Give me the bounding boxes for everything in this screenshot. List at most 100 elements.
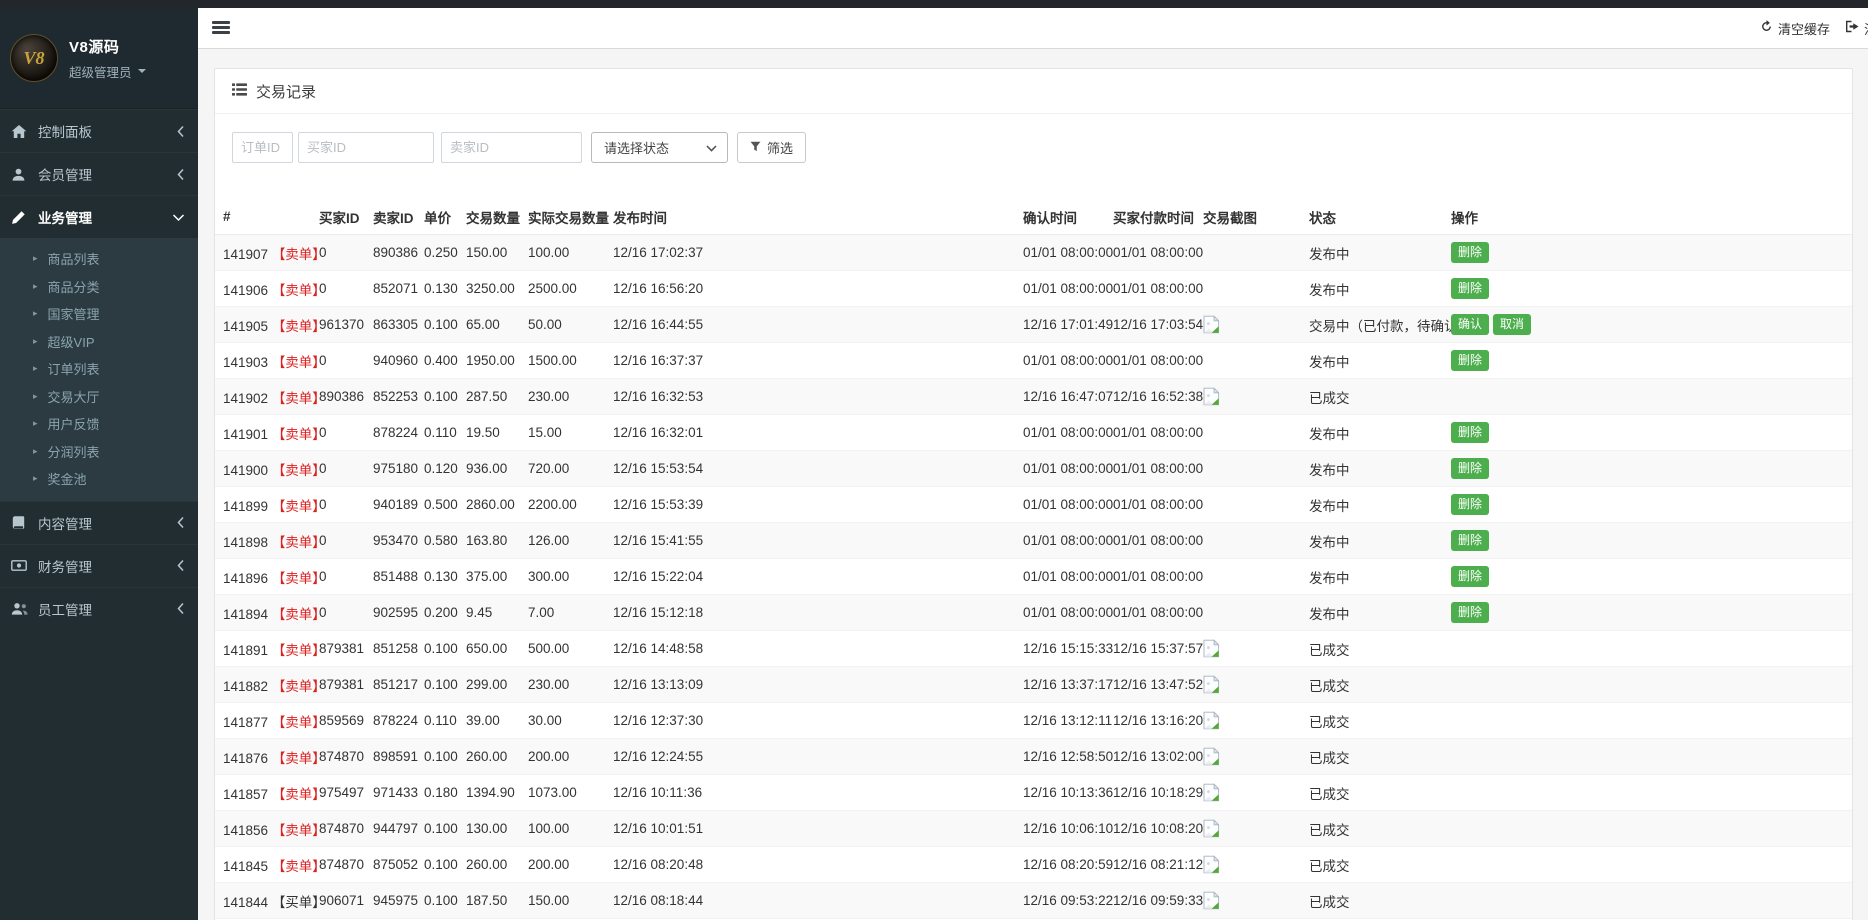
cell-price: 0.200 bbox=[416, 595, 458, 631]
submenu-item[interactable]: ▸超级VIP bbox=[0, 328, 198, 356]
screenshot-image-icon[interactable] bbox=[1203, 387, 1220, 406]
cell-trade-qty: 287.50 bbox=[458, 379, 520, 415]
cell-order-id: 141902 【卖单】 bbox=[215, 379, 311, 415]
screenshot-image-icon[interactable] bbox=[1203, 819, 1220, 838]
submenu-item-label: 交易大厅 bbox=[48, 387, 100, 406]
sidebar-item-label: 会员管理 bbox=[38, 164, 176, 184]
cell-status: 已成交 bbox=[1301, 667, 1443, 703]
sidebar-item-members[interactable]: 会员管理 bbox=[0, 152, 198, 195]
cell-order-id: 141898 【卖单】 bbox=[215, 523, 311, 559]
submenu-item[interactable]: ▸用户反馈 bbox=[0, 410, 198, 438]
delete-button[interactable]: 删除 bbox=[1451, 278, 1489, 299]
submenu-item[interactable]: ▸国家管理 bbox=[0, 300, 198, 328]
column-header: 买家付款时间 bbox=[1105, 199, 1195, 235]
sidebar-item-staff[interactable]: 员工管理 bbox=[0, 587, 198, 630]
submenu-item[interactable]: ▸交易大厅 bbox=[0, 383, 198, 411]
cell-pay-time: 12/16 10:08:20 bbox=[1105, 811, 1195, 847]
cell-actions: 确认取消 bbox=[1443, 307, 1852, 343]
submenu-item[interactable]: ▸奖金池 bbox=[0, 465, 198, 493]
delete-button[interactable]: 删除 bbox=[1451, 458, 1489, 479]
sidebar-item-business[interactable]: 业务管理 bbox=[0, 195, 198, 238]
screenshot-image-icon[interactable] bbox=[1203, 891, 1220, 910]
pen-icon bbox=[11, 210, 29, 225]
cell-publish-time: 12/16 12:24:55 bbox=[605, 739, 1015, 775]
cell-trade-qty: 650.00 bbox=[458, 631, 520, 667]
delete-button[interactable]: 删除 bbox=[1451, 566, 1489, 587]
delete-button[interactable]: 删除 bbox=[1451, 422, 1489, 443]
cell-order-id: 141845 【卖单】 bbox=[215, 847, 311, 883]
delete-button[interactable]: 删除 bbox=[1451, 602, 1489, 623]
cell-confirm-time: 01/01 08:00:00 bbox=[1015, 487, 1105, 523]
seller-id-input[interactable] bbox=[441, 132, 582, 163]
column-header: # bbox=[215, 199, 311, 235]
screenshot-image-icon[interactable] bbox=[1203, 747, 1220, 766]
order-type-label: 【卖单】 bbox=[272, 679, 326, 694]
cell-order-id: 141905 【卖单】 bbox=[215, 307, 311, 343]
cell-publish-time: 12/16 15:53:39 bbox=[605, 487, 1015, 523]
trade-records-card: 交易记录 请选择状态 筛选 bbox=[214, 68, 1853, 920]
order-id: 141896 bbox=[223, 571, 272, 586]
cell-confirm-time: 12/16 13:12:11 bbox=[1015, 703, 1105, 739]
cell-status: 已成交 bbox=[1301, 379, 1443, 415]
table-row: 141898 【卖单】09534700.580163.80126.0012/16… bbox=[215, 523, 1852, 559]
screenshot-image-icon[interactable] bbox=[1203, 855, 1220, 874]
cell-confirm-time: 12/16 13:37:17 bbox=[1015, 667, 1105, 703]
cell-publish-time: 12/16 17:02:37 bbox=[605, 235, 1015, 271]
screenshot-image-icon[interactable] bbox=[1203, 711, 1220, 730]
sidebar-item-content[interactable]: 内容管理 bbox=[0, 501, 198, 544]
cell-buyer-id: 874870 bbox=[311, 811, 365, 847]
submenu-item[interactable]: ▸商品列表 bbox=[0, 245, 198, 273]
cell-publish-time: 12/16 08:20:48 bbox=[605, 847, 1015, 883]
cell-seller-id: 953470 bbox=[365, 523, 416, 559]
order-type-label: 【卖单】 bbox=[272, 643, 326, 658]
order-type-label: 【卖单】 bbox=[272, 283, 326, 298]
delete-button[interactable]: 删除 bbox=[1451, 242, 1489, 263]
cell-order-id: 141844 【买单】 bbox=[215, 883, 311, 919]
cell-publish-time: 12/16 15:53:54 bbox=[605, 451, 1015, 487]
user-role-dropdown[interactable]: 超级管理员 bbox=[69, 62, 146, 81]
caret-right-icon: ▸ bbox=[33, 446, 38, 457]
table-row: 141899 【卖单】09401890.5002860.002200.0012/… bbox=[215, 487, 1852, 523]
submenu-item[interactable]: ▸商品分类 bbox=[0, 273, 198, 301]
cell-order-id: 141857 【卖单】 bbox=[215, 775, 311, 811]
brand-title: V8源码 bbox=[69, 36, 146, 57]
screenshot-image-icon[interactable] bbox=[1203, 783, 1220, 802]
screenshot-image-icon[interactable] bbox=[1203, 675, 1220, 694]
cell-buyer-id: 0 bbox=[311, 271, 365, 307]
delete-button[interactable]: 删除 bbox=[1451, 530, 1489, 551]
order-type-label: 【卖单】 bbox=[272, 535, 326, 550]
cell-trade-qty: 163.80 bbox=[458, 523, 520, 559]
buyer-id-input[interactable] bbox=[298, 132, 434, 163]
cell-actual-qty: 500.00 bbox=[520, 631, 605, 667]
delete-button[interactable]: 删除 bbox=[1451, 350, 1489, 371]
sidebar-toggle-icon[interactable] bbox=[212, 21, 230, 34]
confirm-button[interactable]: 确认 bbox=[1451, 314, 1489, 335]
screenshot-image-icon[interactable] bbox=[1203, 315, 1220, 334]
cell-actions bbox=[1443, 631, 1852, 667]
cell-buyer-id: 0 bbox=[311, 415, 365, 451]
logout-button[interactable]: 注销 bbox=[1845, 8, 1868, 48]
cell-price: 0.100 bbox=[416, 847, 458, 883]
sidebar-item-finance[interactable]: 财务管理 bbox=[0, 544, 198, 587]
cancel-button[interactable]: 取消 bbox=[1493, 314, 1531, 335]
cell-actual-qty: 126.00 bbox=[520, 523, 605, 559]
caret-right-icon: ▸ bbox=[33, 336, 38, 347]
submenu-item[interactable]: ▸订单列表 bbox=[0, 355, 198, 383]
submenu-item-label: 订单列表 bbox=[48, 359, 100, 378]
status-select[interactable]: 请选择状态 bbox=[591, 132, 728, 163]
cell-actions: 删除 bbox=[1443, 343, 1852, 379]
filter-button[interactable]: 筛选 bbox=[737, 132, 806, 163]
cell-pay-time: 12/16 13:16:20 bbox=[1105, 703, 1195, 739]
order-id-input[interactable] bbox=[232, 132, 293, 163]
sidebar-item-dashboard[interactable]: 控制面板 bbox=[0, 109, 198, 152]
cell-seller-id: 902595 bbox=[365, 595, 416, 631]
clear-cache-button[interactable]: 清空缓存 bbox=[1760, 8, 1830, 48]
cell-actual-qty: 150.00 bbox=[520, 883, 605, 919]
sidebar-menu: 控制面板会员管理业务管理▸商品列表▸商品分类▸国家管理▸超级VIP▸订单列表▸交… bbox=[0, 109, 198, 630]
order-id: 141903 bbox=[223, 355, 272, 370]
screenshot-image-icon[interactable] bbox=[1203, 639, 1220, 658]
cell-order-id: 141901 【卖单】 bbox=[215, 415, 311, 451]
cell-confirm-time: 01/01 08:00:00 bbox=[1015, 523, 1105, 559]
delete-button[interactable]: 删除 bbox=[1451, 494, 1489, 515]
submenu-item[interactable]: ▸分润列表 bbox=[0, 438, 198, 466]
